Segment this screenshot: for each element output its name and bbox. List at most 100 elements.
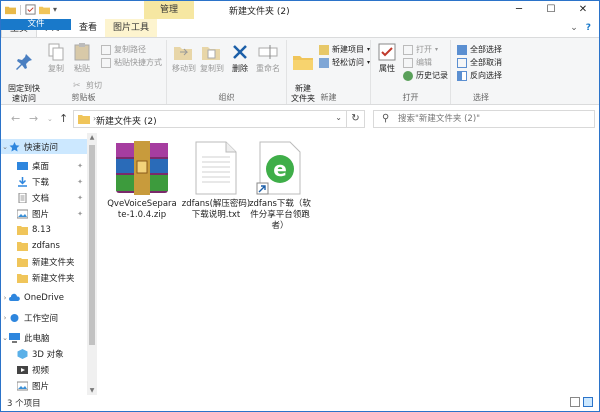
scissors-icon: ✂ [73, 80, 81, 91]
nav-scrollbar[interactable]: ▲ ▼ [87, 133, 97, 395]
nav-item-folder-zdfans[interactable]: zdfans [1, 238, 87, 253]
qat-dropdown-icon[interactable]: ▾ [53, 4, 57, 15]
context-tab-header: 管理 [144, 1, 194, 19]
file-item-txt[interactable]: zdfans(解压密码)下载说明.txt [181, 141, 251, 221]
move-to-icon [174, 47, 192, 60]
minimize-button[interactable]: ─ [503, 1, 535, 19]
workspace-icon [10, 313, 19, 322]
folder-icon[interactable] [5, 4, 16, 15]
maximize-button[interactable]: ☐ [535, 1, 567, 19]
easy-access-button[interactable]: 轻松访问 ▾ [319, 57, 370, 68]
refresh-button[interactable]: ↻ [347, 110, 365, 128]
up-arrow-icon[interactable]: ↑ [59, 112, 68, 126]
back-arrow-icon[interactable]: ← [11, 112, 20, 126]
copy-path-button[interactable]: 复制路径 [101, 44, 146, 55]
chevron-right-icon[interactable]: › [1, 314, 9, 322]
nav-item-desktop[interactable]: 桌面 ✦ [1, 158, 87, 173]
pin-icon[interactable]: ✦ [77, 162, 83, 170]
scroll-up-icon[interactable]: ▲ [87, 134, 97, 141]
copy-path-icon [101, 44, 111, 55]
navigation-pane: ⌄ 快速访问 桌面 ✦ 下载 ✦ 文档 ✦ 图片 ✦ 8.13 zdfans 新… [1, 133, 97, 395]
close-button[interactable]: ✕ [567, 1, 599, 19]
new-folder-icon[interactable] [39, 4, 50, 15]
properties-check-icon[interactable] [25, 4, 36, 15]
copy-to-button[interactable]: 复制到 [199, 42, 225, 74]
copy-icon [48, 43, 64, 61]
title-bar: ▾ 管理 新建文件夹 (2) ─ ☐ ✕ [1, 1, 599, 19]
move-to-button[interactable]: 移动到 [171, 42, 197, 74]
forward-arrow-icon[interactable]: → [29, 112, 38, 126]
nav-item-folder-813[interactable]: 8.13 [1, 222, 87, 237]
document-icon [18, 192, 27, 203]
nav-item-quick-access[interactable]: ⌄ 快速访问 [1, 139, 87, 154]
invert-selection-button[interactable]: 反向选择 [457, 70, 502, 81]
nav-item-this-pc[interactable]: ⌄ 此电脑 [1, 330, 87, 345]
file-name: zdfans(解压密码)下载说明.txt [181, 199, 251, 220]
nav-item-documents[interactable]: 文档 ✦ [1, 190, 87, 205]
pin-icon[interactable]: ✦ [77, 178, 83, 186]
scroll-down-icon[interactable]: ▼ [87, 387, 97, 394]
new-item-button[interactable]: 新建项目 ▾ [319, 44, 370, 55]
breadcrumb-current[interactable]: 新建文件夹 (2) [96, 114, 157, 127]
ie-shortcut-icon: e [256, 141, 301, 195]
scroll-thumb[interactable] [89, 145, 95, 345]
large-icons-view-icon[interactable] [583, 397, 593, 407]
nav-item-onedrive[interactable]: › OneDrive [1, 290, 87, 305]
tab-picture-tools[interactable]: 图片工具 [105, 19, 158, 37]
search-input[interactable] [398, 112, 588, 126]
delete-button[interactable]: 删除 [229, 42, 251, 74]
status-bar: 3 个项目 [1, 395, 599, 411]
tab-file[interactable]: 文件 [1, 19, 71, 30]
nav-item-pc-pictures[interactable]: 图片 [1, 378, 87, 393]
file-name: QveVoiceSeparate-1.0.4.zip [107, 199, 177, 220]
nav-item-workspace[interactable]: › 工作空间 [1, 310, 87, 325]
nav-item-downloads[interactable]: 下载 ✦ [1, 174, 87, 189]
paste-button[interactable]: 粘贴 [71, 42, 93, 74]
copy-button[interactable]: 复制 [45, 42, 67, 74]
paste-shortcut-button[interactable]: 粘贴快捷方式 [101, 57, 162, 68]
address-bar[interactable]: › 新建文件夹 (2) ⌄ [73, 110, 347, 128]
folder-icon [17, 225, 28, 235]
file-list: QveVoiceSeparate-1.0.4.zip zdfans(解压密码)下… [97, 133, 599, 395]
pin-icon[interactable]: ✦ [77, 210, 83, 218]
recent-dropdown-icon[interactable]: ⌄ [47, 112, 53, 126]
folder-icon [17, 273, 28, 283]
folder-icon [293, 56, 313, 70]
select-none-icon [457, 57, 467, 68]
pictures-icon [17, 209, 28, 218]
chevron-down-icon[interactable]: ⌄ [1, 143, 9, 151]
cut-button[interactable]: ✂ 剪切 [73, 80, 102, 91]
nav-item-pictures[interactable]: 图片 ✦ [1, 206, 87, 221]
pin-icon[interactable]: ✦ [77, 194, 83, 202]
rename-button[interactable]: 重命名 [255, 42, 281, 74]
search-box[interactable]: ⚲ [373, 110, 595, 128]
invert-selection-icon [457, 70, 467, 81]
file-item-zip[interactable]: QveVoiceSeparate-1.0.4.zip [107, 141, 177, 221]
nav-item-new-folder-2[interactable]: 新建文件夹 [1, 270, 87, 285]
edit-icon [403, 57, 413, 68]
select-all-button[interactable]: 全部选择 [457, 44, 502, 55]
properties-button[interactable]: 属性 [375, 42, 399, 74]
cloud-icon [9, 293, 20, 301]
select-none-button[interactable]: 全部取消 [457, 57, 502, 68]
tab-view[interactable]: 查看 [71, 19, 105, 37]
open-icon [403, 44, 413, 55]
nav-item-3d-objects[interactable]: 3D 对象 [1, 346, 87, 361]
nav-item-videos[interactable]: 视频 [1, 362, 87, 377]
file-item-shortcut[interactable]: e zdfans下载（软件分享平台领跑者） [245, 141, 315, 232]
nav-item-new-folder-1[interactable]: 新建文件夹 [1, 254, 87, 269]
ribbon-collapse-icon[interactable]: ⌄ [570, 23, 578, 33]
file-name: zdfans下载（软件分享平台领跑者） [249, 199, 311, 231]
chevron-down-icon[interactable]: ⌄ [1, 334, 9, 342]
video-icon [17, 365, 28, 374]
details-view-icon[interactable] [570, 397, 580, 407]
group-clipboard: 固定到快 速访问 复制 粘贴 复制路径 粘贴快捷方式 ✂ 剪切 剪贴板 [1, 40, 167, 104]
paste-shortcut-icon [101, 57, 111, 68]
open-button[interactable]: 打开 ▾ [403, 44, 438, 55]
help-icon[interactable]: ? [586, 23, 591, 33]
address-dropdown-icon[interactable]: ⌄ [335, 113, 342, 122]
quick-access-toolbar: ▾ [5, 4, 57, 15]
edit-button[interactable]: 编辑 [403, 57, 432, 68]
chevron-right-icon[interactable]: › [1, 294, 9, 302]
history-button[interactable]: 历史记录 [403, 70, 448, 81]
